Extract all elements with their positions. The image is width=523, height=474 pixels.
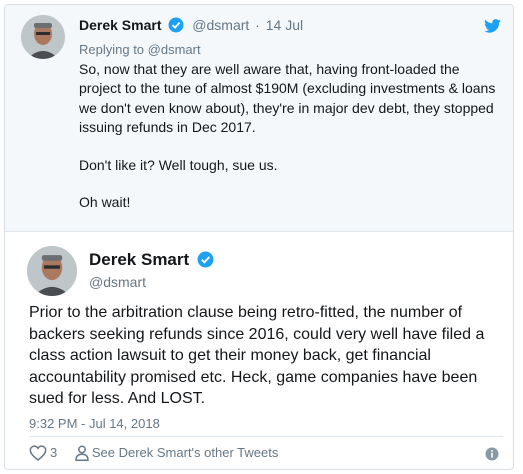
tweet-paragraph: Don't like it? Well tough, sue us. (79, 156, 278, 173)
replying-to-handle[interactable]: @dsmart (148, 42, 201, 57)
author-handle[interactable]: @dsmart (192, 17, 249, 33)
tweet-date[interactable]: 14 Jul (266, 17, 303, 33)
tweet-header: Derek Smart @dsmart · 14 Jul (79, 17, 303, 36)
info-icon[interactable] (485, 447, 499, 466)
twitter-bird-icon[interactable] (484, 19, 501, 38)
tweet-paragraph: Oh wait! (79, 194, 131, 211)
tweet-timestamp[interactable]: 9:32 PM - Jul 14, 2018 (29, 416, 160, 431)
tweet-actions: 3 See Derek Smart's other Tweets (29, 445, 278, 464)
replying-to: Replying to @dsmart (79, 42, 201, 57)
tweet-paragraph: So, now that they are well aware that, h… (79, 61, 496, 136)
verified-badge-icon (168, 17, 184, 36)
tweet-text: Prior to the arbitration clause being re… (29, 304, 485, 408)
separator-dot: · (255, 17, 260, 33)
heart-icon[interactable] (29, 445, 47, 464)
person-icon[interactable] (75, 445, 89, 464)
other-tweets-link[interactable]: See Derek Smart's other Tweets (92, 445, 279, 460)
author-name[interactable]: Derek Smart (89, 250, 189, 269)
author-handle[interactable]: @dsmart (89, 274, 146, 290)
avatar[interactable] (21, 15, 65, 59)
verified-badge-icon (197, 251, 214, 273)
author-name-line: Derek Smart (89, 250, 214, 273)
parent-tweet[interactable]: Derek Smart @dsmart · 14 Jul Replying to… (5, 5, 513, 232)
author-name[interactable]: Derek Smart (79, 17, 162, 33)
replying-to-label: Replying to (79, 42, 145, 57)
divider (29, 436, 503, 437)
like-count[interactable]: 3 (50, 445, 57, 460)
tweet-embed: Derek Smart @dsmart · 14 Jul Replying to… (4, 4, 514, 470)
parent-tweet-text: So, now that they are well aware that, h… (79, 60, 499, 230)
avatar[interactable] (27, 246, 77, 296)
